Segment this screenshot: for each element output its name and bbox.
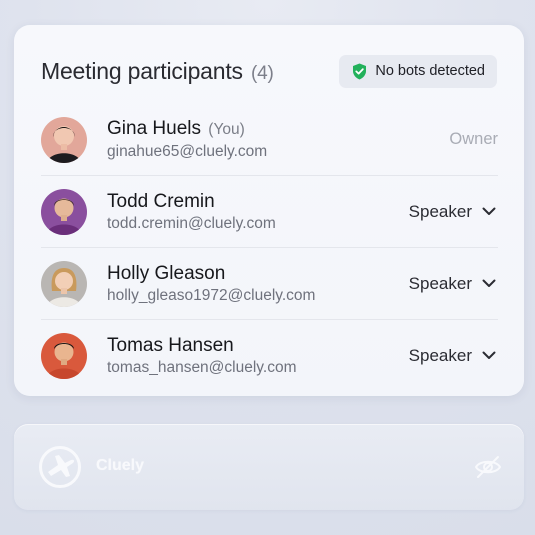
participant-info: Tomas Hansen tomas_hansen@cluely.com: [107, 334, 296, 378]
cluely-logo-icon[interactable]: [38, 445, 82, 489]
participant-info: Todd Cremin todd.cremin@cluely.com: [107, 190, 276, 234]
participant-row: Tomas Hansen tomas_hansen@cluely.com Spe…: [41, 320, 498, 391]
participant-email: ginahue65@cluely.com: [107, 143, 268, 160]
participant-row: Todd Cremin todd.cremin@cluely.com Speak…: [41, 176, 498, 248]
role-dropdown[interactable]: Speaker: [409, 202, 496, 222]
participant-count: (4): [251, 62, 274, 84]
participant-name: Todd Cremin: [107, 190, 215, 212]
participant-name: Gina Huels (You): [107, 117, 267, 141]
participant-name: Holly Gleason: [107, 262, 226, 284]
participant-name-text: Gina Huels: [107, 118, 201, 139]
participant-row: Gina Huels (You) ginahue65@cluely.com Ow…: [41, 104, 498, 176]
participant-info: Gina Huels (You) ginahue65@cluely.com: [107, 117, 267, 162]
eye-off-icon[interactable]: [474, 453, 502, 481]
participant-info: Holly Gleason holly_gleaso1972@cluely.co…: [107, 262, 315, 306]
role-dropdown-label: Speaker: [408, 273, 472, 293]
participant-row: Holly Gleason holly_gleaso1972@cluely.co…: [41, 248, 498, 320]
bot-status-label: No bots detected: [375, 63, 485, 79]
bot-status-badge: No bots detected: [339, 54, 497, 88]
participants-panel: Meeting participants (4) No bots detecte…: [14, 25, 524, 396]
avatar: [41, 188, 87, 235]
app-bar: Cluely: [14, 424, 524, 510]
chevron-down-icon: [482, 207, 496, 216]
role-dropdown-label: Speaker: [408, 201, 472, 221]
avatar: [41, 332, 87, 379]
participant-list: Gina Huels (You) ginahue65@cluely.com Ow…: [41, 104, 498, 391]
chevron-down-icon: [482, 351, 496, 360]
participant-name: Tomas Hansen: [107, 334, 234, 356]
role-dropdown-label: Speaker: [408, 345, 472, 365]
app-name: Cluely: [96, 457, 145, 474]
participant-email: todd.cremin@cluely.com: [107, 214, 276, 232]
you-tag: (You): [208, 121, 245, 138]
participant-email: tomas_hansen@cluely.com: [107, 358, 297, 376]
panel-header: Meeting participants (4) No bots detecte…: [41, 53, 497, 89]
avatar: [41, 116, 87, 163]
participant-email: holly_gleaso1972@cluely.com: [107, 286, 316, 304]
avatar: [41, 260, 87, 307]
chevron-down-icon: [482, 279, 496, 288]
panel-title-text: Meeting participants: [41, 57, 243, 84]
role-dropdown[interactable]: Speaker: [409, 274, 496, 294]
panel-title: Meeting participants (4): [41, 58, 274, 85]
role-label-owner: Owner: [449, 130, 498, 148]
role-dropdown[interactable]: Speaker: [409, 346, 496, 366]
shield-check-icon: [352, 63, 367, 80]
